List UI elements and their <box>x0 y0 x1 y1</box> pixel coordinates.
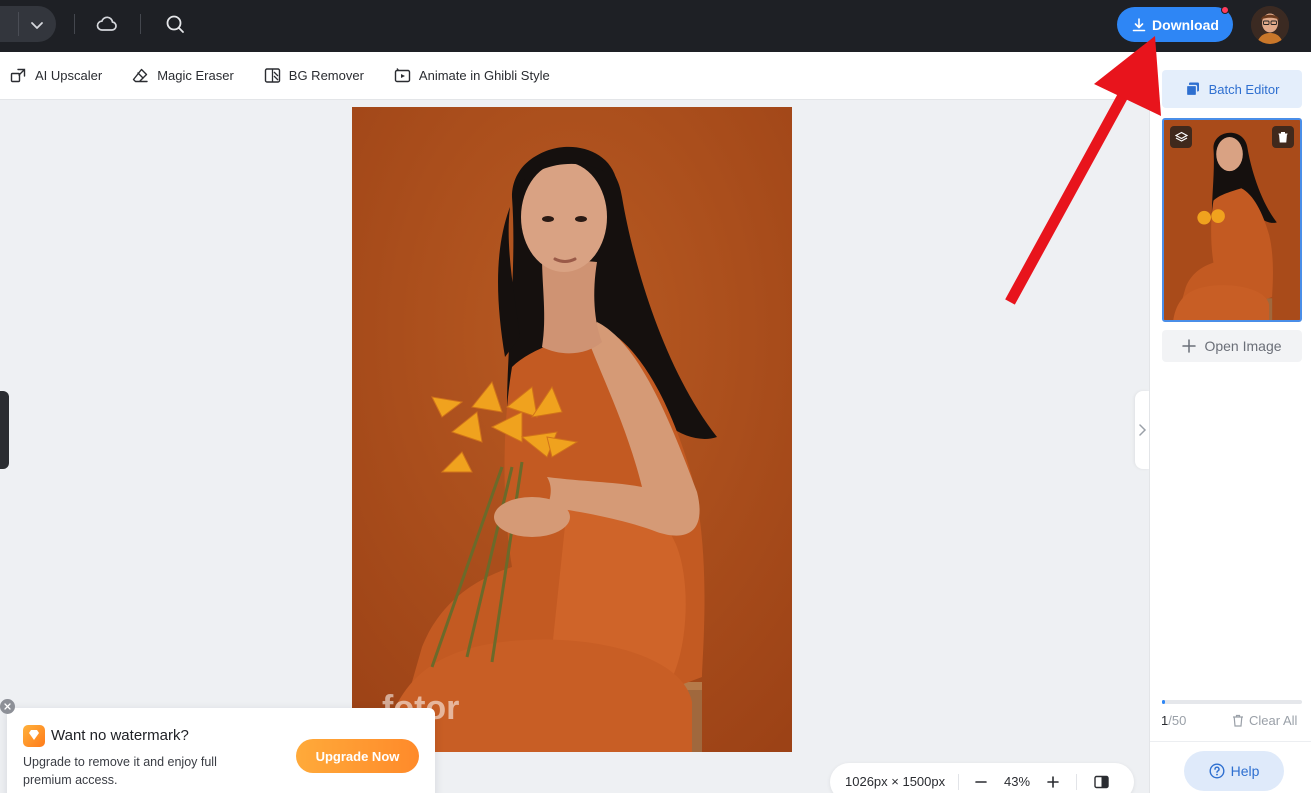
tools-bar: AI Upscaler Magic Eraser BG Remover Anim… <box>0 52 1149 100</box>
divider <box>18 12 19 36</box>
batch-editor-label: Batch Editor <box>1208 81 1280 97</box>
open-image-button[interactable]: Open Image <box>1162 330 1302 362</box>
layers-button[interactable] <box>1170 126 1192 148</box>
help-button[interactable]: Help <box>1184 751 1284 791</box>
zoom-out-icon[interactable] <box>974 775 988 789</box>
help-label: Help <box>1230 763 1260 779</box>
upsell-title: Want no watermark? <box>51 727 189 744</box>
zoom-level: 43% <box>1004 774 1031 789</box>
image-count: 1/50 <box>1161 713 1186 728</box>
right-panel-toggle[interactable] <box>1135 391 1149 469</box>
right-panel: Batch Editor Open Image 1/50 Clear All H… <box>1149 52 1311 793</box>
watermark-upsell-card: Want no watermark? Upgrade to remove it … <box>7 708 435 793</box>
image-thumbnail[interactable] <box>1162 118 1302 322</box>
clear-all-label: Clear All <box>1249 713 1298 728</box>
avatar[interactable] <box>1251 6 1289 44</box>
chevron-down-icon <box>31 22 43 29</box>
tool-bg-remover[interactable]: BG Remover <box>264 67 364 84</box>
plus-icon <box>1182 339 1197 353</box>
chevron-right-icon <box>1139 424 1147 436</box>
edited-image[interactable]: fotor <box>352 107 792 752</box>
close-icon[interactable] <box>0 699 15 714</box>
top-bar: Download <box>0 0 1311 52</box>
download-icon <box>1132 17 1146 31</box>
zoom-bar: 1026px × 1500px 43% <box>830 763 1134 793</box>
image-count-progress <box>1162 700 1302 704</box>
tool-animate-ghibli[interactable]: Animate in Ghibli Style <box>394 67 550 84</box>
eraser-icon <box>133 68 148 83</box>
notification-dot <box>1221 6 1229 14</box>
tool-ai-upscaler[interactable]: AI Upscaler <box>10 67 102 84</box>
divider <box>140 14 141 34</box>
divider <box>74 14 75 34</box>
zoom-in-icon[interactable] <box>1046 775 1060 789</box>
help-icon <box>1209 763 1225 779</box>
image-dimensions: 1026px × 1500px <box>845 774 946 789</box>
progress-fill <box>1162 700 1165 704</box>
delete-image-button[interactable] <box>1272 126 1294 148</box>
tool-label: BG Remover <box>288 68 364 83</box>
menu-dropdown[interactable] <box>0 6 56 42</box>
open-image-label: Open Image <box>1204 338 1282 354</box>
download-button[interactable]: Download <box>1117 7 1233 42</box>
download-label: Download <box>1152 16 1219 33</box>
batch-editor-button[interactable]: Batch Editor <box>1162 70 1302 108</box>
bg-remover-icon <box>264 68 280 83</box>
left-panel-toggle[interactable] <box>0 391 9 469</box>
tool-label: Magic Eraser <box>157 68 234 83</box>
image-count-total: /50 <box>1168 713 1187 728</box>
clear-all-button[interactable]: Clear All <box>1232 713 1297 728</box>
search-icon[interactable] <box>163 12 187 36</box>
tool-magic-eraser[interactable]: Magic Eraser <box>132 67 234 84</box>
divider <box>958 774 959 790</box>
trash-icon <box>1233 714 1243 727</box>
upsell-description: Upgrade to remove it and enjoy full prem… <box>23 755 217 787</box>
divider <box>1076 774 1077 790</box>
trash-icon <box>1278 132 1288 143</box>
tool-label: AI Upscaler <box>35 68 103 83</box>
layers-icon <box>1174 131 1188 142</box>
divider <box>1150 741 1311 742</box>
tool-label: Animate in Ghibli Style <box>418 68 550 83</box>
upscale-icon <box>10 68 26 83</box>
animate-icon <box>394 68 411 83</box>
premium-diamond-icon <box>23 725 45 747</box>
upgrade-now-button[interactable]: Upgrade Now <box>296 739 419 773</box>
compare-icon[interactable] <box>1094 775 1109 789</box>
cloud-icon[interactable] <box>95 12 119 36</box>
batch-icon <box>1185 82 1199 97</box>
